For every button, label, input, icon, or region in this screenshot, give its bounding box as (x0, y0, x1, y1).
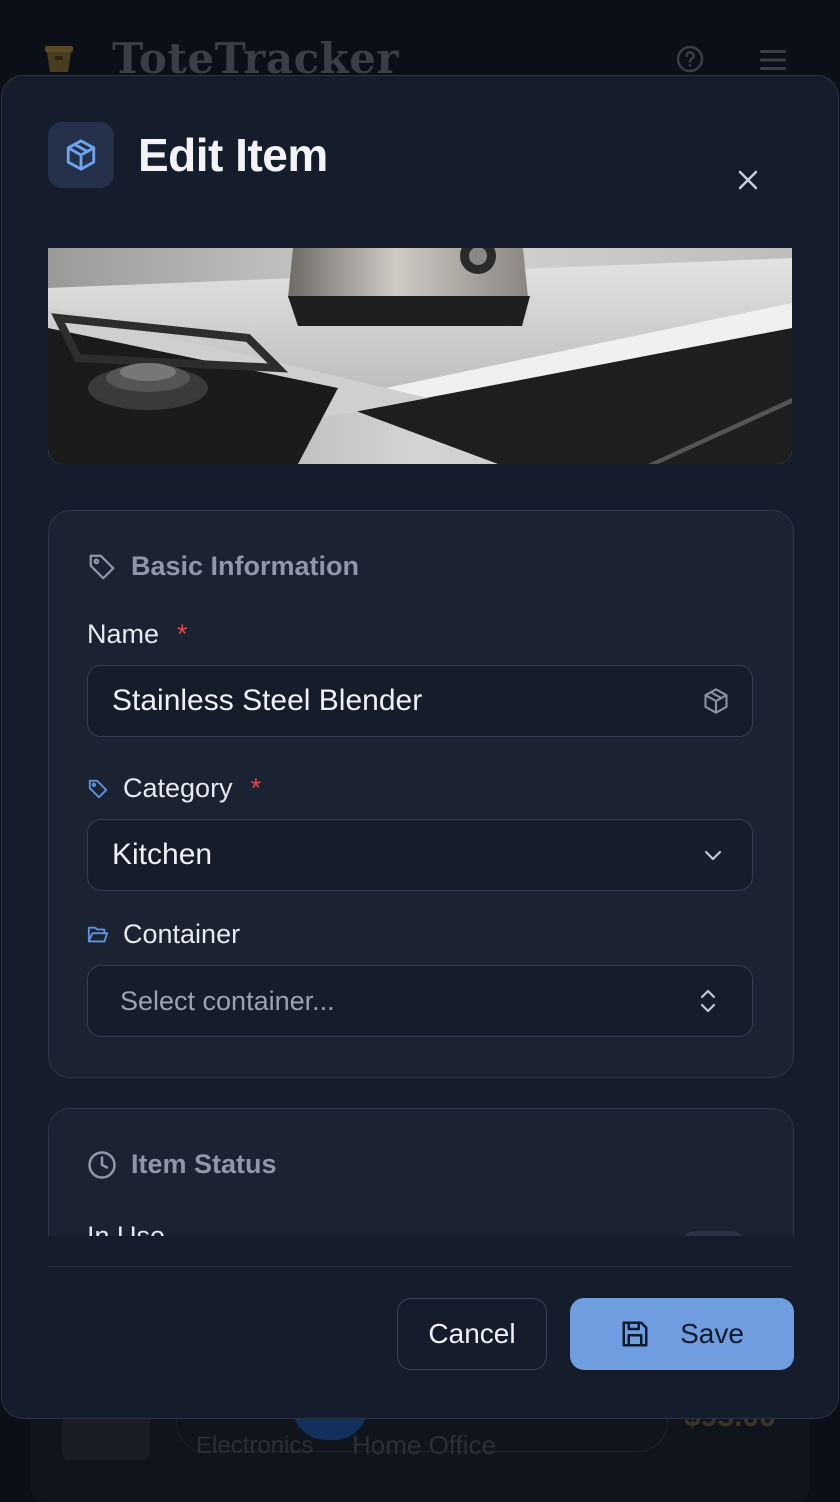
footer-divider (48, 1266, 792, 1267)
edit-item-modal: Edit Item Basic Information Name * Stain… (1, 75, 839, 1419)
chevron-down-icon (704, 850, 722, 861)
category-label-text: Category (123, 773, 233, 803)
container-label-text: Container (123, 919, 241, 949)
box-icon (66, 139, 96, 171)
save-button[interactable]: Save (570, 1298, 794, 1370)
in-use-toggle[interactable] (677, 1231, 749, 1236)
close-icon[interactable] (737, 169, 759, 191)
name-label-text: Name (87, 619, 160, 649)
basic-information-section: Basic Information Name * Stainless Steel… (48, 510, 794, 1078)
basic-information-label: Basic Information (131, 551, 360, 581)
clock-icon (88, 1150, 116, 1179)
modal-icon-box (48, 122, 114, 188)
category-select[interactable]: Kitchen (87, 819, 753, 891)
tag-icon (88, 779, 108, 798)
required-mark: * (177, 619, 188, 649)
container-select[interactable]: Select container... (87, 965, 753, 1037)
chevron-up-down-icon (700, 989, 716, 1013)
box-icon (704, 688, 728, 714)
background-item-location: Home Office (352, 1430, 497, 1460)
item-status-label: Item Status (131, 1149, 277, 1179)
category-label: Category * (87, 773, 261, 804)
required-mark: * (250, 773, 262, 803)
cancel-button[interactable]: Cancel (397, 1298, 547, 1370)
container-label: Container (87, 919, 240, 950)
folder-icon (87, 926, 109, 942)
category-select-value[interactable]: Kitchen (112, 838, 702, 872)
name-label: Name * (87, 619, 188, 650)
background-item-category: Electronics (196, 1432, 314, 1459)
tag-icon (89, 554, 115, 579)
tote-logo-icon (45, 46, 73, 72)
help-icon[interactable] (676, 45, 704, 73)
container-select-placeholder[interactable]: Select container... (120, 986, 698, 1017)
modal-title: Edit Item (138, 129, 328, 181)
basic-information-heading: Basic Information (87, 551, 359, 582)
save-button-label: Save (680, 1318, 744, 1349)
cancel-button-label: Cancel (428, 1318, 516, 1349)
item-photo (48, 248, 792, 464)
item-status-heading: Item Status (87, 1149, 277, 1180)
item-status-section: Item Status In Use (48, 1108, 794, 1236)
in-use-label: In Use (87, 1221, 166, 1236)
name-input-value[interactable]: Stainless Steel Blender (112, 684, 702, 718)
save-icon (622, 1321, 648, 1347)
close-button[interactable] (730, 162, 766, 198)
modal-scroll-area[interactable]: Basic Information Name * Stainless Steel… (2, 246, 838, 1236)
name-input[interactable]: Stainless Steel Blender (87, 665, 753, 737)
menu-icon[interactable] (760, 48, 786, 72)
